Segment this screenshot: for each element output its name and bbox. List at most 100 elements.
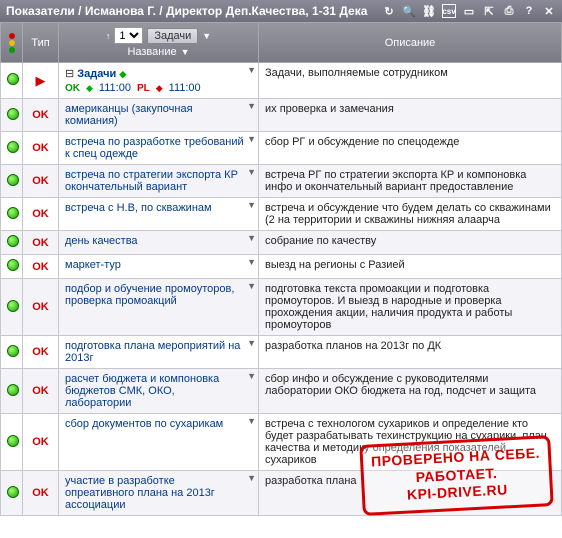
status-dot-icon xyxy=(7,108,19,120)
task-name: Задачи xyxy=(77,68,116,80)
diamond-icon: ◆ xyxy=(119,69,126,79)
flag-icon: ▶ xyxy=(36,73,46,89)
task-desc: подготовка текста промоакции и подготовк… xyxy=(265,283,512,331)
link-icon[interactable]: ⛓ xyxy=(422,4,436,18)
task-desc: сбор РГ и обсуждение по спецодежде xyxy=(265,136,459,148)
status-dot-icon xyxy=(7,486,19,498)
expand-icon[interactable]: ⊟ xyxy=(65,68,74,80)
row-menu-icon[interactable]: ▼ xyxy=(247,233,256,243)
row-menu-icon[interactable]: ▼ xyxy=(247,338,256,348)
row-menu-icon[interactable]: ▼ xyxy=(247,473,256,483)
task-desc: собрание по качеству xyxy=(265,235,376,247)
title-toolbar: ↻ 🔍 ⛓ csv ▭ ⇱ ⎙ ? ✕ xyxy=(382,4,556,18)
task-desc: встреча и обсуждение что будем делать со… xyxy=(265,202,551,226)
row-menu-icon[interactable]: ▼ xyxy=(247,65,256,75)
type-label: OK xyxy=(32,237,49,249)
status-dot-icon xyxy=(7,259,19,271)
row-menu-icon[interactable]: ▼ xyxy=(247,167,256,177)
search-icon[interactable]: 🔍 xyxy=(402,4,416,18)
table-row[interactable]: OK встреча по стратегии экспорта КР окон… xyxy=(1,165,562,198)
row-menu-icon[interactable]: ▼ xyxy=(247,101,256,111)
task-name: маркет-тур xyxy=(65,259,121,271)
task-desc: выезд на регионы с Разией xyxy=(265,259,405,271)
task-desc: разработка плана xyxy=(265,475,357,487)
row-menu-icon[interactable]: ▼ xyxy=(247,416,256,426)
refresh-icon[interactable]: ↻ xyxy=(382,4,396,18)
type-label: OK xyxy=(32,142,49,154)
row-menu-icon[interactable]: ▼ xyxy=(247,200,256,210)
row-menu-icon[interactable]: ▼ xyxy=(247,257,256,267)
header-name-label: Название xyxy=(127,46,176,58)
row-menu-icon[interactable]: ▼ xyxy=(247,371,256,381)
header-status[interactable] xyxy=(1,23,23,63)
header-name: ↑ 1 Задачи ▼ Название ▼ xyxy=(59,23,259,63)
table-row[interactable]: OK участие в разработке опреативного пла… xyxy=(1,471,562,516)
type-label: OK xyxy=(32,487,49,499)
csv-icon[interactable]: csv xyxy=(442,4,456,18)
row-menu-icon[interactable]: ▼ xyxy=(247,134,256,144)
task-name: встреча с Н.В, по скважинам xyxy=(65,202,212,214)
status-dot-icon xyxy=(7,207,19,219)
table-row[interactable]: OK подготовка плана мероприятий на 2013г… xyxy=(1,336,562,369)
table-row[interactable]: ▶ ⊟ Задачи ◆ OK ◆ 111:00 PL ◆ 111:00 ▼ З… xyxy=(1,63,562,99)
page-select[interactable]: 1 xyxy=(114,27,143,44)
help-icon[interactable]: ? xyxy=(522,4,536,18)
table-row[interactable]: OK маркет-тур ▼ выезд на регионы с Разией xyxy=(1,255,562,279)
type-label: OK xyxy=(32,261,49,273)
export-icon[interactable]: ⇱ xyxy=(482,4,496,18)
status-dot-icon xyxy=(7,235,19,247)
caret-down-icon[interactable]: ▼ xyxy=(181,47,190,57)
pl-tag: PL xyxy=(137,83,150,94)
type-label: OK xyxy=(32,346,49,358)
titlebar: Показатели / Исманова Г. / Директор Деп.… xyxy=(0,0,562,22)
status-dot-icon xyxy=(7,435,19,447)
tasks-filter-button[interactable]: Задачи xyxy=(147,28,198,44)
data-table: Тип ↑ 1 Задачи ▼ Название ▼ xyxy=(0,22,562,516)
status-dot-icon xyxy=(7,300,19,312)
task-desc: сбор инфо и обсуждение с руководителями … xyxy=(265,373,536,397)
row-menu-icon[interactable]: ▼ xyxy=(247,281,256,291)
minimize-icon[interactable]: ▭ xyxy=(462,4,476,18)
task-desc: их проверка и замечания xyxy=(265,103,394,115)
task-desc: разработка планов на 2013г по ДК xyxy=(265,340,441,352)
header-desc-label: Описание xyxy=(385,37,436,49)
status-dot-icon xyxy=(7,73,19,85)
task-name: сбор документов по сухарикам xyxy=(65,418,223,430)
table-row[interactable]: OK встреча с Н.В, по скважинам ▼ встреча … xyxy=(1,198,562,231)
type-label: OK xyxy=(32,175,49,187)
task-desc: встреча РГ по стратегии экспорта КР и ко… xyxy=(265,169,526,193)
table-row[interactable]: OK расчет бюджета и компоновка бюджетов … xyxy=(1,369,562,414)
header-type[interactable]: Тип xyxy=(23,23,59,63)
status-dot-icon xyxy=(7,384,19,396)
task-name: встреча по разработке требований к спец … xyxy=(65,136,244,160)
header-type-label: Тип xyxy=(31,37,49,49)
task-desc: Задачи, выполняемые сотрудником xyxy=(265,67,448,79)
table-row[interactable]: OK день качества ▼ собрание по качеству xyxy=(1,231,562,255)
task-name: расчет бюджета и компоновка бюджетов СМК… xyxy=(65,373,219,409)
print-icon[interactable]: ⎙ xyxy=(502,4,516,18)
task-name: день качества xyxy=(65,235,138,247)
caret-down-icon[interactable]: ▼ xyxy=(202,31,211,41)
window-title: Показатели / Исманова Г. / Директор Деп.… xyxy=(6,4,382,18)
sort-up-icon[interactable]: ↑ xyxy=(106,31,111,41)
type-label: OK xyxy=(32,208,49,220)
diamond-icon: ◆ xyxy=(86,83,93,94)
table-row[interactable]: OK сбор документов по сухарикам▼ встреча… xyxy=(1,414,562,471)
table-row[interactable]: OK подбор и обучение промоуторов, провер… xyxy=(1,279,562,336)
header-desc[interactable]: Описание xyxy=(259,23,562,63)
task-name: американцы (закупочная комиания) xyxy=(65,103,193,127)
task-name: подбор и обучение промоуторов, проверка … xyxy=(65,283,234,307)
task-name: участие в разработке опреативного плана … xyxy=(65,475,215,511)
type-label: OK xyxy=(32,301,49,313)
task-desc: встреча с технологом сухариков и определ… xyxy=(265,418,547,466)
task-name: подготовка плана мероприятий на 2013г xyxy=(65,340,240,364)
type-label: OK xyxy=(32,109,49,121)
status-dot-icon xyxy=(7,345,19,357)
status-dot-icon xyxy=(7,174,19,186)
close-icon[interactable]: ✕ xyxy=(542,4,556,18)
diamond-icon: ◆ xyxy=(156,83,163,94)
type-label: OK xyxy=(32,385,49,397)
table-row[interactable]: OK американцы (закупочная комиания) ▼ их … xyxy=(1,99,562,132)
table-row[interactable]: OK встреча по разработке требований к сп… xyxy=(1,132,562,165)
ok-value: 111:00 xyxy=(99,82,131,94)
